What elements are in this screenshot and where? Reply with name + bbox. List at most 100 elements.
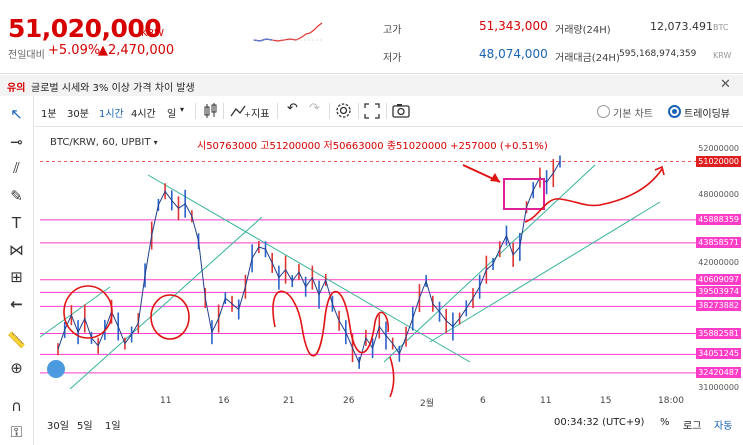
interval-dropdown-icon[interactable]: ▾	[180, 105, 184, 114]
tradingview-logo-icon	[47, 360, 65, 378]
price-tick-label: 31000000	[698, 383, 739, 392]
text-tool-icon[interactable]: T	[6, 213, 27, 234]
pattern-icon[interactable]: ⋈	[6, 240, 27, 261]
time-axis[interactable]: 11 16 21 26 2월 6 11 15 18:00	[40, 396, 696, 409]
bottom-bar: 30일 5일 1일 00:34:32 (UTC+9) % 로그 자동	[33, 408, 743, 445]
svg-text:+: +	[244, 110, 250, 118]
price-tick-label: 42000000	[698, 258, 739, 267]
last-price-tag: 51020000	[696, 155, 741, 167]
tradingview-label[interactable]: 트레이딩뷰	[684, 105, 730, 120]
high-value: 51,343,000	[479, 19, 548, 33]
basic-chart-radio[interactable]	[597, 105, 610, 118]
highlight-box	[503, 178, 545, 210]
price-tick-label: 48000000	[698, 189, 739, 199]
price-axis[interactable]: 5200000048000000420000003800000031000000…	[696, 127, 743, 404]
price-line-tag: 34051245	[696, 348, 741, 360]
drawing-toolbar: ↖ ⊸ ⫽ ✎ T ⋈ ⊞ ← 📏 ⊕ ∩ ⚿	[0, 96, 34, 445]
prediction-icon[interactable]: ⊞	[6, 267, 27, 288]
header-divider	[0, 73, 743, 74]
ohlc-readout: 시50763000 고51200000 저50663000 종51020000 …	[197, 141, 548, 152]
toolbar-separator	[358, 103, 359, 119]
toolbar-separator	[277, 103, 278, 119]
basic-chart-label[interactable]: 기본 차트	[613, 105, 653, 120]
magnet-icon[interactable]: ∩	[6, 396, 27, 417]
toolbar-separator	[223, 103, 224, 119]
interval-30m[interactable]: 30분	[67, 105, 89, 120]
toolbar-separator	[386, 103, 387, 119]
tradingview-radio-dot	[672, 109, 677, 114]
camera-icon[interactable]	[392, 103, 410, 118]
time-tick-label: 26	[343, 396, 355, 406]
candles-icon[interactable]	[203, 102, 219, 120]
price-line-tag: 40609097	[696, 273, 741, 285]
redo-icon[interactable]: ↷	[309, 101, 320, 116]
back-arrow-icon[interactable]: ←	[6, 294, 27, 315]
settings-gear-icon[interactable]	[335, 102, 352, 119]
high-label: 고가	[383, 25, 402, 36]
interval-1m[interactable]: 1분	[41, 105, 57, 120]
price-line-tag: 43858571	[696, 236, 741, 248]
trend-line	[429, 201, 661, 343]
indicator-icon[interactable]: +	[230, 104, 250, 118]
low-value: 48,074,000	[479, 47, 548, 61]
indicator-button[interactable]: 지표	[251, 105, 269, 120]
time-tick-label: 21	[283, 396, 295, 406]
log-toggle[interactable]: 로그	[683, 417, 701, 432]
auto-toggle[interactable]: 자동	[714, 417, 732, 432]
zoom-in-icon[interactable]: ⊕	[6, 358, 27, 379]
notice-message: 글로벌 시세와 3% 이상 가격 차이 발생	[31, 83, 195, 94]
trade-amount-label: 거래대금(24H)	[555, 53, 620, 64]
volume-label: 거래량(24H)	[555, 25, 611, 36]
interval-1h[interactable]: 1시간	[99, 105, 124, 120]
change-amount: ▲2,470,000	[98, 43, 175, 58]
fib-retracement-icon[interactable]: ⫽	[6, 158, 27, 179]
time-tick-label: 16	[218, 396, 230, 406]
time-tick-label: 11	[160, 396, 172, 406]
current-price: 51,020,000	[8, 14, 162, 43]
time-tick-label: 6	[480, 396, 486, 406]
range-5d[interactable]: 5일	[77, 417, 93, 432]
notice-bar: 유의 글로벌 시세와 3% 이상 가격 차이 발생 ✕	[0, 75, 743, 96]
price-unit: KRW	[141, 28, 164, 39]
trade-amount-value: 595,168,974,359	[619, 49, 697, 59]
cursor-icon[interactable]: ↖	[6, 104, 27, 125]
price-line-tag: 45888359	[696, 213, 741, 225]
price-line-tag: 39503974	[696, 286, 741, 298]
low-label: 저가	[383, 53, 402, 64]
lock-icon[interactable]: ⚿	[6, 422, 27, 443]
time-tick-label: 18:00	[658, 396, 684, 406]
percent-toggle[interactable]: %	[660, 417, 670, 428]
mini-price-chart	[252, 22, 324, 42]
time-tick-label: 11	[540, 396, 552, 406]
fullscreen-icon[interactable]	[364, 103, 380, 119]
range-30d[interactable]: 30일	[47, 417, 69, 432]
chart-toolbar: 1분 30분 1시간 4시간 일 ▾ + 지표 ↶ ↷ 기본 차트 트레이딩뷰	[33, 96, 743, 127]
volume-unit: BTC	[713, 23, 729, 32]
symbol-legend: BTC/KRW, 60, UPBIT	[50, 137, 151, 148]
price-line-tag: 35882581	[696, 327, 741, 339]
ruler-icon[interactable]: 📏	[6, 330, 27, 351]
annotation-arrow	[389, 356, 395, 398]
annotation-projection	[524, 168, 663, 223]
change-percent: +5.09%	[48, 43, 101, 58]
clock-readout: 00:34:32 (UTC+9)	[554, 417, 645, 428]
brush-icon[interactable]: ✎	[6, 186, 27, 207]
range-1d[interactable]: 1일	[105, 417, 121, 432]
price-line-tag: 32420487	[696, 366, 741, 378]
interval-day[interactable]: 일	[167, 105, 176, 120]
notice-close-icon[interactable]: ✕	[720, 77, 731, 92]
undo-icon[interactable]: ↶	[287, 101, 298, 116]
volume-value: 12,073.491	[650, 20, 713, 33]
annotation-circle	[150, 294, 190, 340]
interval-4h[interactable]: 4시간	[131, 105, 156, 120]
toolbar-separator	[195, 103, 196, 119]
notice-tag: 유의	[7, 83, 26, 94]
legend-dropdown-icon[interactable]: ▾	[154, 138, 158, 147]
price-chart[interactable]	[40, 127, 696, 404]
toolbar-separator	[329, 103, 330, 119]
chart-legend: BTC/KRW, 60, UPBIT ▾	[50, 137, 158, 148]
trade-amount-unit: KRW	[713, 51, 732, 60]
trend-line-icon[interactable]: ⊸	[6, 132, 27, 153]
time-tick-label: 15	[600, 396, 612, 406]
trend-line	[383, 164, 596, 363]
